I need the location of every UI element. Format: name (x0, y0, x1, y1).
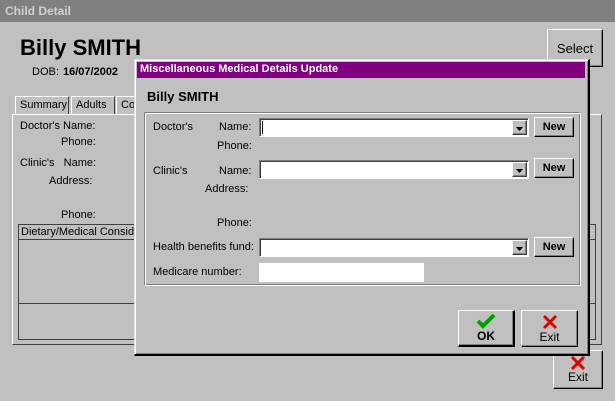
chevron-down-icon (516, 169, 523, 173)
clinic-name-label: Name: (219, 165, 252, 177)
tab-adults-label: Adults (76, 99, 107, 111)
tab-adults[interactable]: Adults (71, 96, 115, 114)
new-clinic-button[interactable]: New (534, 158, 574, 178)
medicare-label: Medicare number: (153, 266, 242, 278)
new-doctor-button[interactable]: New (534, 117, 574, 137)
medical-details-dialog: Miscellaneous Medical Details Update Bil… (134, 59, 590, 356)
dialog-exit-button[interactable]: Exit (521, 310, 578, 347)
dietary-header: Dietary/Medical Conside (21, 226, 141, 238)
parent-clinic-address-label: Address: (49, 175, 93, 187)
dialog-title: Miscellaneous Medical Details Update (140, 63, 339, 75)
health-fund-label: Health benefits fund: (153, 241, 254, 253)
clinic-name-combobox[interactable] (259, 160, 529, 179)
child-detail-title: Child Detail (5, 4, 72, 18)
checkmark-icon (476, 313, 496, 329)
doctor-label: Doctor's (153, 121, 193, 133)
parent-doctor-phone-label: Phone: (61, 136, 96, 148)
dialog-exit-label: Exit (539, 329, 560, 344)
medicare-input[interactable] (259, 263, 424, 282)
new-health-fund-button[interactable]: New (534, 237, 574, 257)
doctor-name-combobox[interactable] (259, 118, 529, 137)
dob-label: DOB: (32, 66, 59, 78)
child-detail-title-bar[interactable] (0, 0, 615, 22)
ok-button[interactable]: OK (458, 310, 515, 347)
clinic-phone-label: Phone: (217, 217, 252, 229)
clinic-label: Clinic's (153, 165, 188, 177)
tab-co-label: Co (121, 99, 136, 111)
doctor-dropdown-button[interactable] (512, 120, 527, 135)
parent-exit-label: Exit (567, 369, 588, 384)
tab-summary-label: Summary (20, 99, 68, 111)
doctor-phone-label: Phone: (217, 140, 252, 152)
parent-clinic-phone-label: Phone: (61, 209, 96, 221)
red-x-icon (542, 314, 557, 329)
dob-value: 16/07/2002 (63, 66, 119, 78)
doctor-name-label: Name: (219, 121, 252, 133)
dialog-child-name: Billy SMITH (147, 89, 219, 104)
ok-label: OK (477, 329, 495, 343)
parent-clinic-name-label: Clinic's Name: (20, 157, 97, 169)
details-group (144, 112, 581, 286)
clinic-dropdown-button[interactable] (512, 162, 527, 177)
red-x-icon (570, 355, 586, 370)
tab-summary[interactable]: Summary (15, 96, 69, 114)
health-fund-dropdown-button[interactable] (512, 240, 527, 255)
text-cursor (262, 121, 263, 134)
parent-doctor-name-label: Doctor's Name: (20, 120, 96, 132)
health-fund-combobox[interactable] (259, 238, 529, 257)
chevron-down-icon (516, 127, 523, 131)
clinic-address-label: Address: (205, 183, 249, 195)
chevron-down-icon (516, 247, 523, 251)
child-name-heading: Billy SMITH (20, 35, 142, 60)
